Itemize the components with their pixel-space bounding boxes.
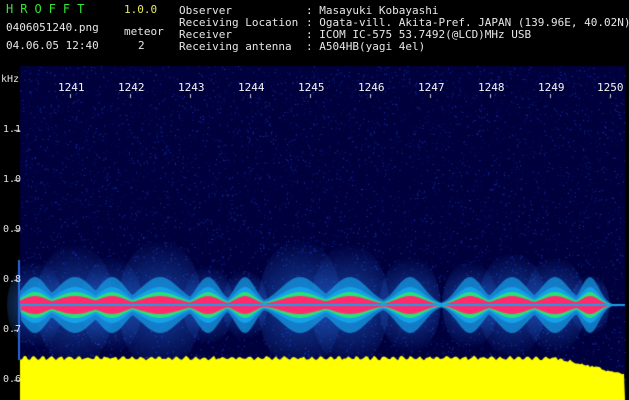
freq-tick-label: 1.1 <box>3 124 22 135</box>
antenna-value: : A504HB(yagi 4el) <box>306 40 426 53</box>
time-tick-label: 1244 <box>238 81 265 94</box>
time-tick-label: 1241 <box>58 81 85 94</box>
time-tick-label: 1246 <box>358 81 385 94</box>
time-tick-label: 1243 <box>178 81 205 94</box>
time-tick-label: 1249 <box>538 81 565 94</box>
app-version: 1.0.0 <box>124 3 158 16</box>
spectrogram-canvas <box>0 0 629 400</box>
time-tick-label: 1242 <box>118 81 145 94</box>
freq-tick-label: 0.9 <box>3 224 22 235</box>
app-title: HROFFT <box>6 2 92 16</box>
freq-tick-label: 0.6 <box>3 374 22 385</box>
file-name: 0406051240.png <box>6 21 99 34</box>
antenna-key: Receiving antenna <box>179 40 292 53</box>
freq-tick-label: 0.7 <box>3 324 22 335</box>
time-tick-label: 1245 <box>298 81 325 94</box>
meteor-count: 2 <box>138 39 145 52</box>
meteor-label: meteor <box>124 25 164 38</box>
time-tick-label: 1248 <box>478 81 505 94</box>
time-tick-label: 1247 <box>418 81 445 94</box>
freq-tick-label: 1.0 <box>3 174 22 185</box>
freq-tick-label: 0.8 <box>3 274 22 285</box>
freq-unit-label: kHz <box>1 74 20 85</box>
file-datetime: 04.06.05 12:40 <box>6 39 99 52</box>
time-tick-label: 1250 <box>597 81 624 94</box>
